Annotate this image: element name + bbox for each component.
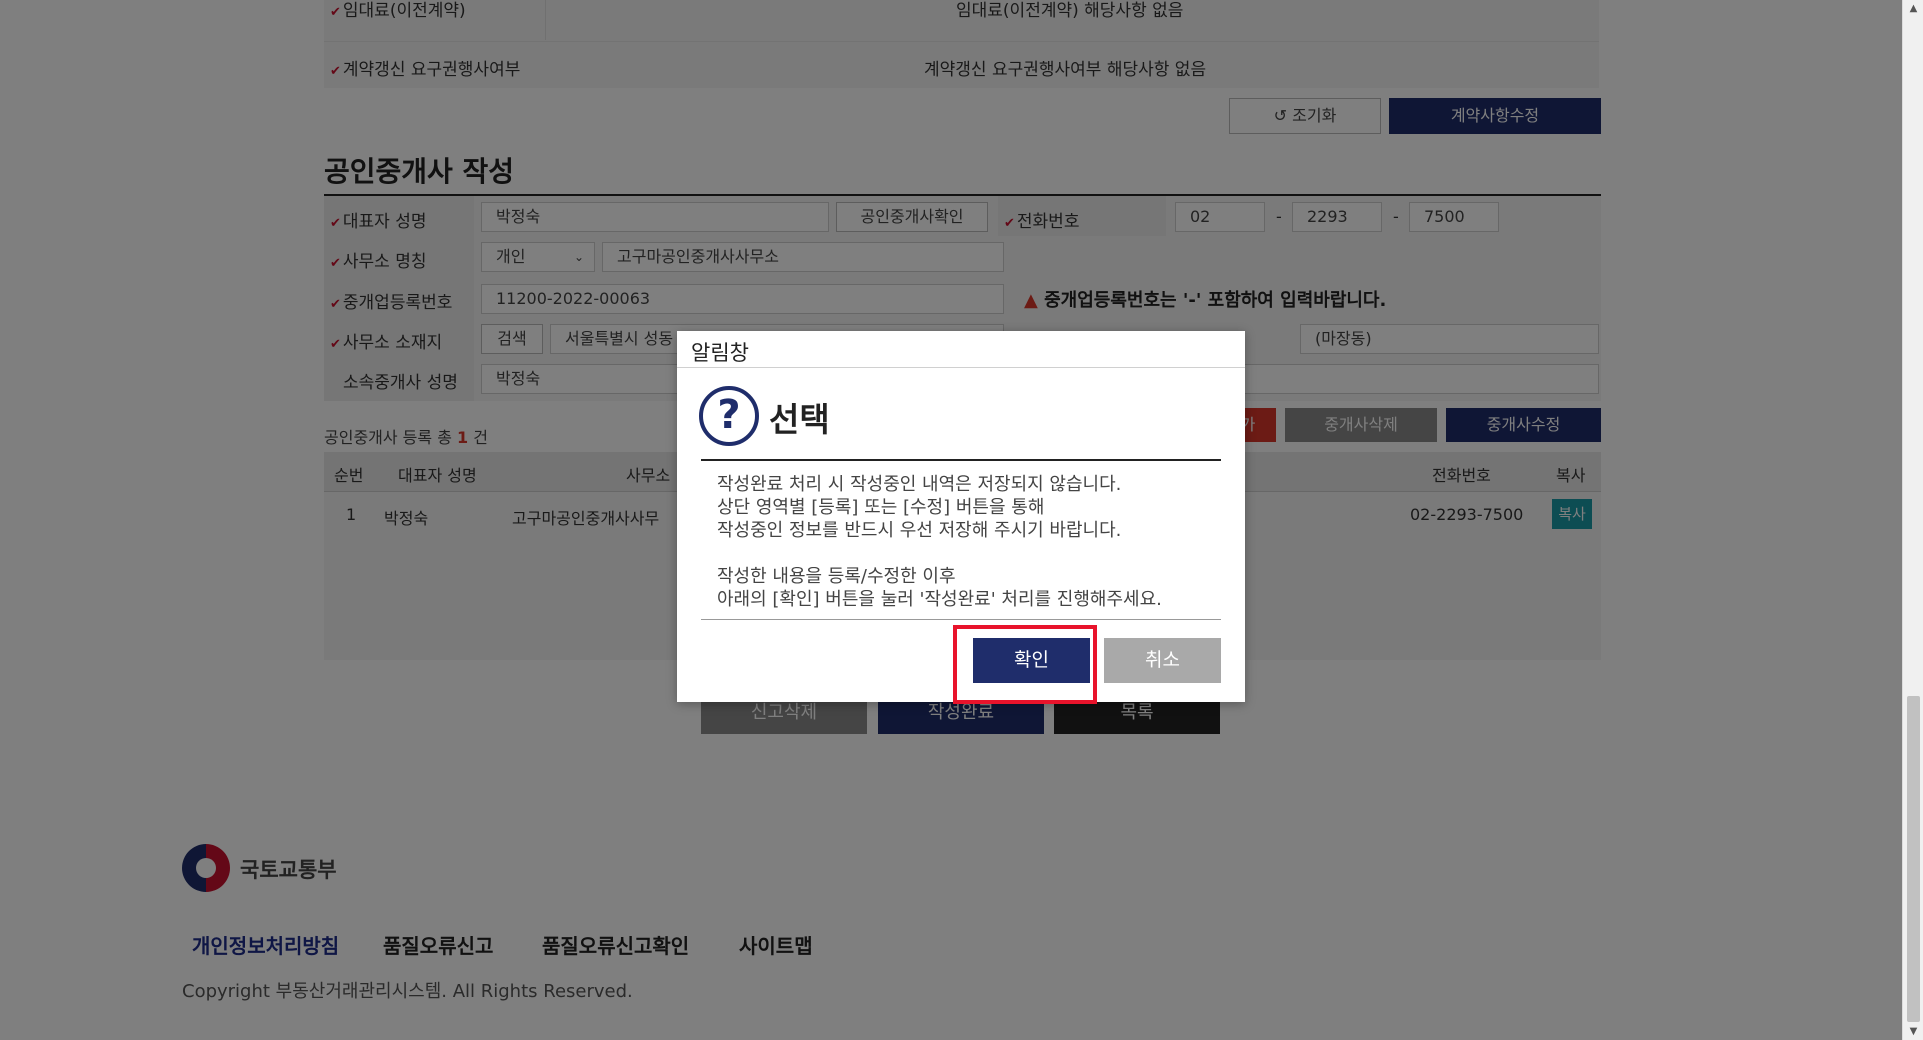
dialog-heading: 선택 [769,400,830,439]
cancel-button[interactable]: 취소 [1104,638,1221,683]
dialog-message: 작성완료 처리 시 작성중인 내역은 저장되지 않습니다. 상단 영역별 [등록… [717,474,1162,610]
confirm-highlight-box [953,625,1097,704]
dialog-title: 알림창 [691,341,749,365]
scroll-down-icon[interactable]: ▼ [1903,1023,1923,1040]
vertical-scrollbar[interactable]: ▲ ▼ [1902,0,1923,1040]
alert-dialog: 알림창 ? 선택 작성완료 처리 시 작성중인 내역은 저장되지 않습니다. 상… [677,331,1245,704]
scroll-up-icon[interactable]: ▲ [1903,0,1923,17]
page: ✔임대료(이전계약) 임대료(이전계약) 해당사항 없음 ✔계약갱신 요구권행사… [0,0,1902,1040]
scrollbar-thumb[interactable] [1907,696,1920,1022]
question-icon: ? [699,386,759,446]
